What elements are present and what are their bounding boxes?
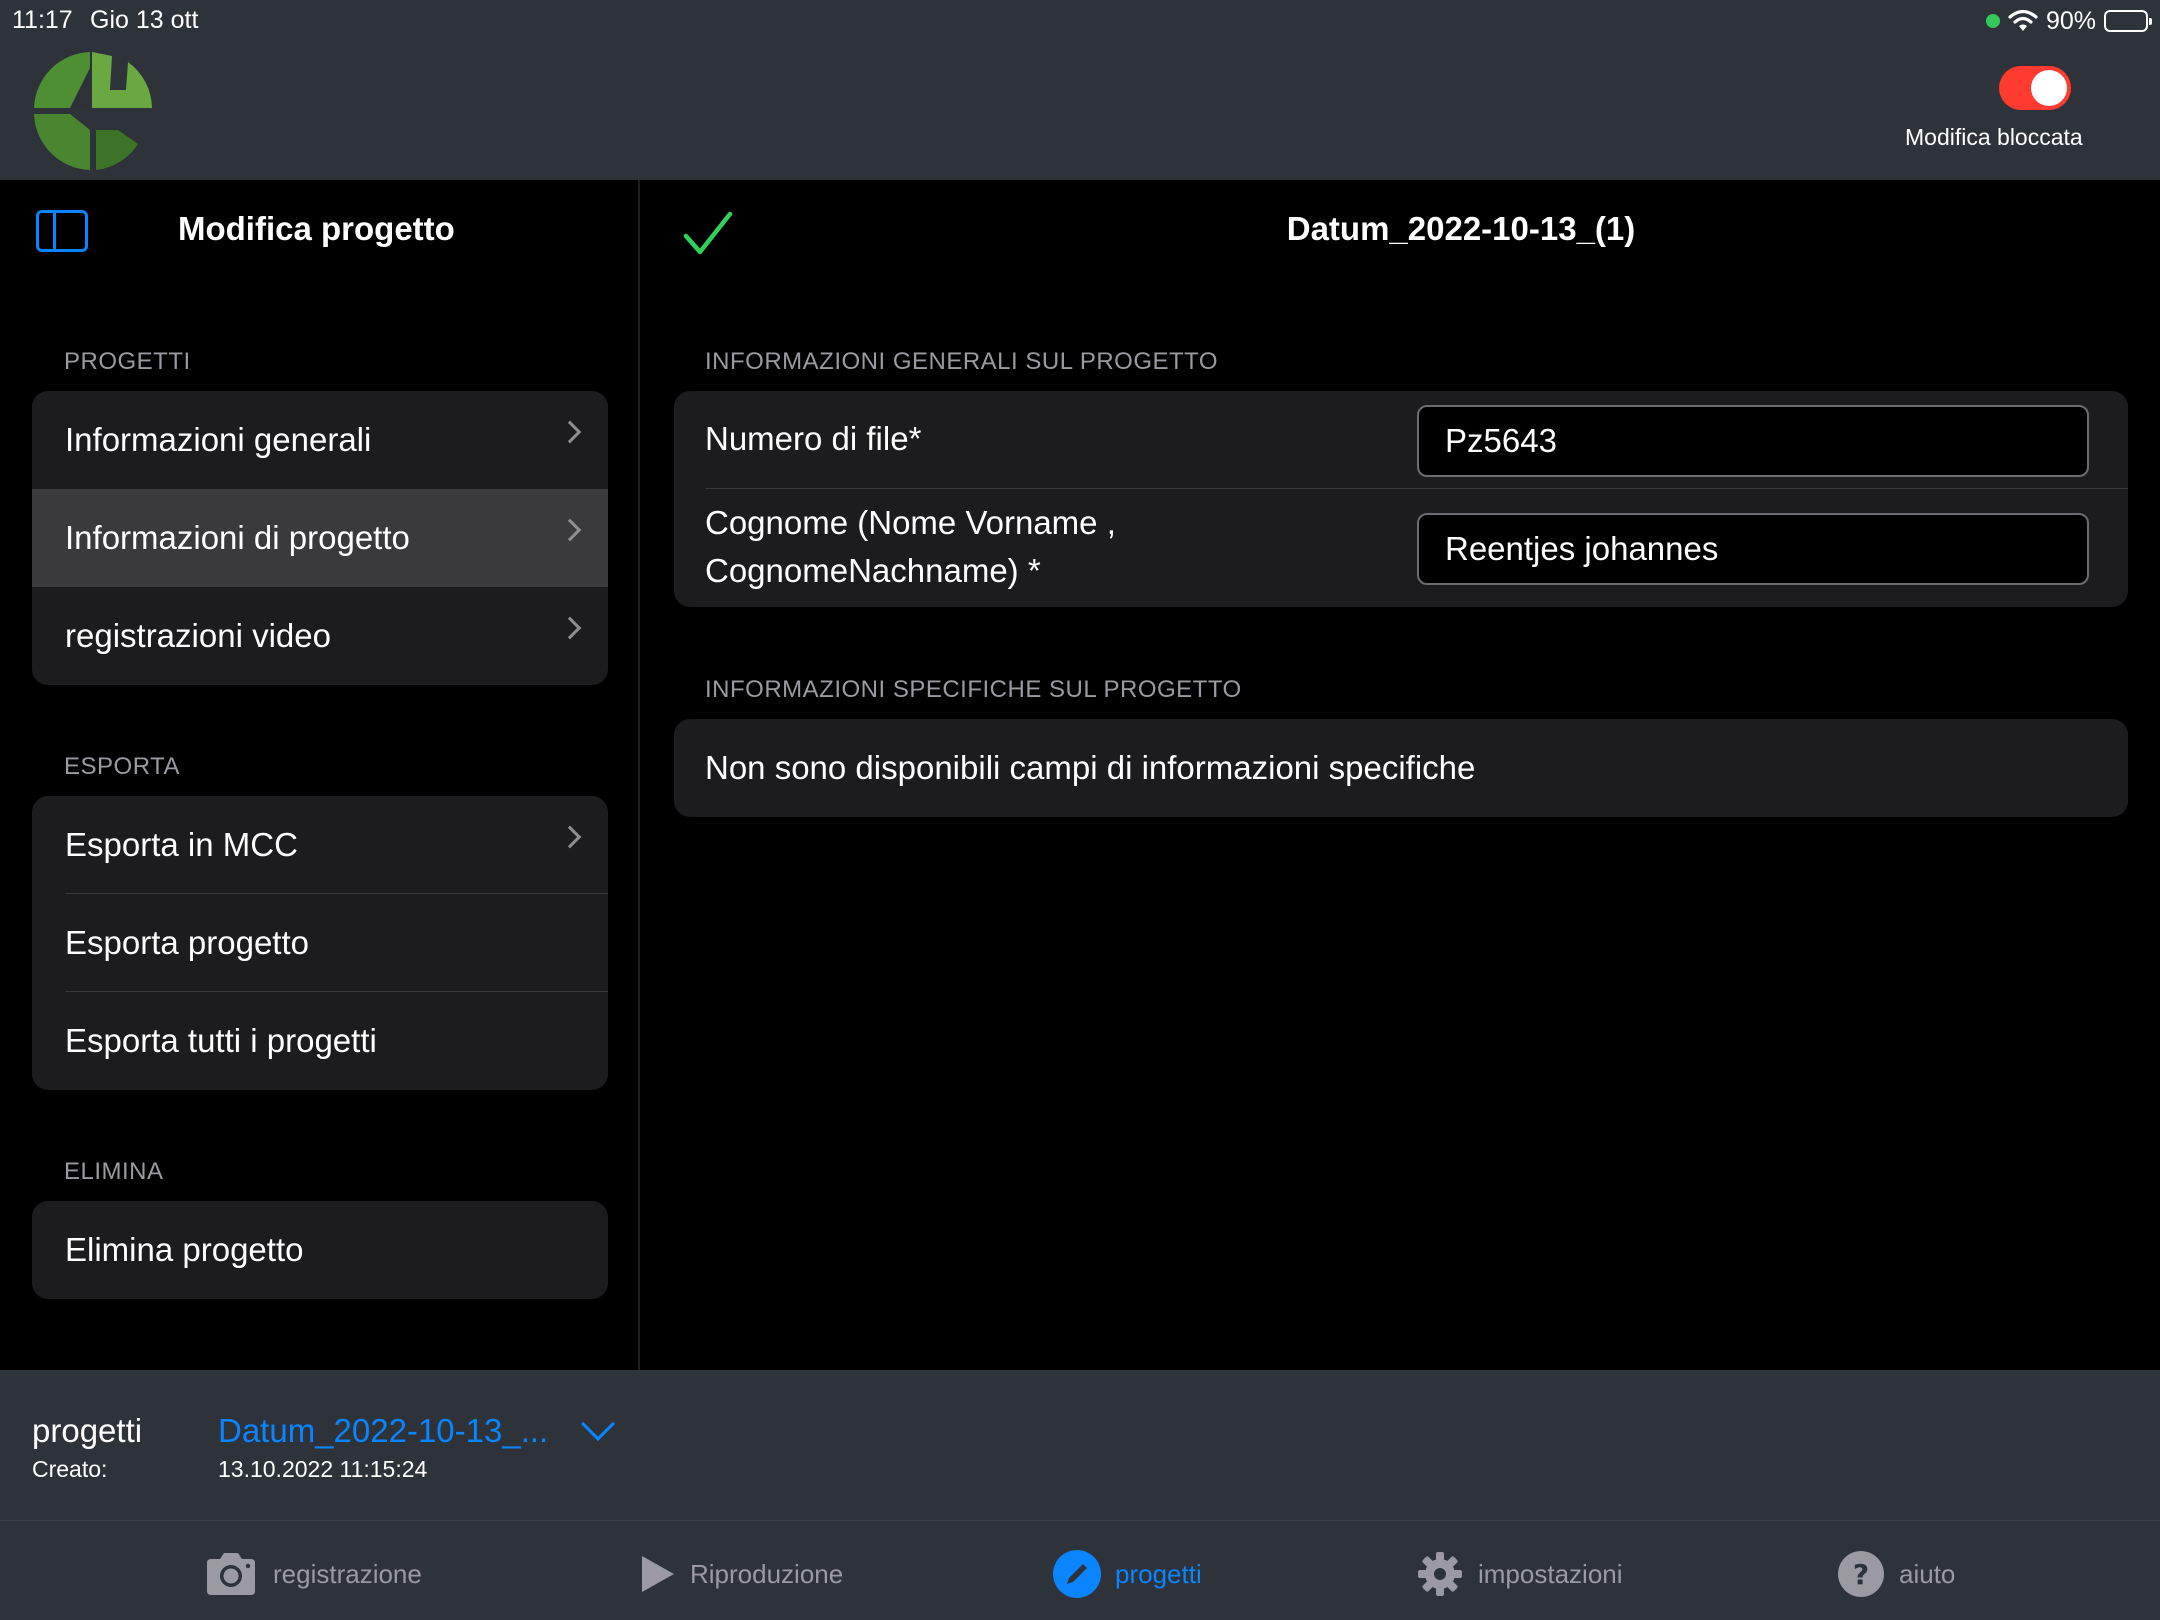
sidebar-item-esporta-mcc[interactable]: Esporta in MCC bbox=[32, 796, 608, 894]
surname-label: Cognome (Nome Vorname , CognomeNachname)… bbox=[705, 499, 1116, 595]
tab-bar: registrazione Riproduzione progetti impo… bbox=[0, 1520, 2160, 1620]
wifi-icon bbox=[2008, 9, 2038, 31]
tab-registrazione[interactable]: registrazione bbox=[203, 1551, 422, 1597]
projects-label: progetti bbox=[32, 1412, 143, 1449]
tab-aiuto[interactable]: ? aiuto bbox=[1837, 1551, 1955, 1597]
top-bar: 11:17 Gio 13 ott 90% Modifica bloccata bbox=[0, 0, 2160, 180]
sidebar-item-informazioni-generali[interactable]: Informazioni generali bbox=[32, 391, 608, 489]
battery-icon bbox=[2104, 10, 2152, 32]
sidebar-item-registrazioni-video[interactable]: registrazioni video bbox=[32, 587, 608, 685]
tab-riproduzione[interactable]: Riproduzione bbox=[640, 1551, 843, 1597]
group-elimina: Elimina progetto bbox=[32, 1201, 608, 1299]
status-date: Gio 13 ott bbox=[90, 6, 199, 34]
toggle-knob bbox=[2031, 70, 2067, 106]
pencil-icon bbox=[1053, 1550, 1101, 1598]
divider bbox=[705, 488, 2128, 489]
project-title: Datum_2022-10-13_(1) bbox=[1286, 210, 1636, 247]
tab-progetti[interactable]: progetti bbox=[1053, 1550, 1202, 1598]
tab-label: impostazioni bbox=[1478, 1558, 1623, 1589]
edit-lock-label: Modifica bloccata bbox=[1905, 124, 2083, 150]
sidebar-item-label: Esporta in MCC bbox=[65, 826, 298, 863]
section-header-esporta: ESPORTA bbox=[64, 753, 180, 780]
sidebar: Modifica progetto PROGETTI Informazioni … bbox=[0, 180, 640, 1370]
status-indicators: 90% bbox=[1985, 6, 2152, 36]
no-specific-fields-text: Non sono disponibili campi di informazio… bbox=[705, 749, 1476, 786]
status-time: 11:17 bbox=[12, 6, 73, 34]
surname-label-line2: CognomeNachname) * bbox=[705, 552, 1041, 589]
file-number-input[interactable] bbox=[1417, 405, 2089, 477]
section-header-progetti: PROGETTI bbox=[64, 348, 191, 375]
tab-label: progetti bbox=[1115, 1558, 1202, 1589]
chevron-right-icon bbox=[558, 420, 582, 444]
play-icon bbox=[642, 1556, 674, 1592]
specific-info-card: Non sono disponibili campi di informazio… bbox=[674, 719, 2128, 817]
edit-lock-toggle[interactable] bbox=[1999, 66, 2071, 110]
sidebar-item-elimina-progetto[interactable]: Elimina progetto bbox=[32, 1201, 608, 1299]
project-selector[interactable]: Datum_2022-10-13_... bbox=[218, 1412, 548, 1450]
app-logo-icon bbox=[34, 52, 152, 170]
group-esporta: Esporta in MCC Esporta progetto Esporta … bbox=[32, 796, 608, 1090]
chevron-right-icon bbox=[558, 825, 582, 849]
group-progetti: Informazioni generali Informazioni di pr… bbox=[32, 391, 608, 685]
battery-percent: 90% bbox=[2045, 6, 2096, 35]
tab-label: registrazione bbox=[273, 1558, 422, 1589]
general-info-card: Numero di file* Cognome (Nome Vorname , … bbox=[674, 391, 2128, 607]
chevron-down-icon[interactable] bbox=[581, 1407, 615, 1441]
sidebar-item-label: Esporta progetto bbox=[65, 924, 309, 961]
created-label: Creato: bbox=[32, 1456, 108, 1482]
surname-label-line1: Cognome (Nome Vorname , bbox=[705, 504, 1116, 541]
sidebar-item-esporta-tutti[interactable]: Esporta tutti i progetti bbox=[32, 992, 608, 1090]
camera-icon bbox=[207, 1553, 255, 1595]
gear-icon bbox=[1418, 1552, 1462, 1596]
sidebar-item-label: registrazioni video bbox=[65, 617, 331, 654]
sidebar-item-informazioni-di-progetto[interactable]: Informazioni di progetto bbox=[32, 489, 608, 587]
sidebar-toggle-icon[interactable] bbox=[36, 210, 88, 252]
tab-impostazioni[interactable]: impostazioni bbox=[1416, 1551, 1623, 1597]
sidebar-title: Modifica progetto bbox=[178, 210, 455, 247]
sidebar-item-esporta-progetto[interactable]: Esporta progetto bbox=[32, 894, 608, 992]
section-header-elimina: ELIMINA bbox=[64, 1158, 164, 1185]
privacy-dot-icon bbox=[1985, 14, 2000, 28]
surname-input[interactable] bbox=[1417, 513, 2089, 585]
svg-text:?: ? bbox=[1853, 1558, 1869, 1591]
tab-label: Riproduzione bbox=[690, 1558, 844, 1589]
project-bar: progetti Creato: Datum_2022-10-13_... 13… bbox=[0, 1370, 2160, 1520]
chevron-right-icon bbox=[558, 616, 582, 640]
general-section-header: INFORMAZIONI GENERALI SUL PROGETTO bbox=[705, 348, 1219, 375]
main-content: Datum_2022-10-13_(1) INFORMAZIONI GENERA… bbox=[642, 180, 2160, 1370]
question-icon: ? bbox=[1838, 1551, 1884, 1597]
sidebar-item-label: Informazioni di progetto bbox=[65, 519, 410, 556]
file-number-label: Numero di file* bbox=[705, 420, 922, 457]
sidebar-item-label: Esporta tutti i progetti bbox=[65, 1022, 377, 1059]
tab-label: aiuto bbox=[1899, 1558, 1956, 1589]
created-date: 13.10.2022 11:15:24 bbox=[218, 1456, 428, 1482]
sidebar-item-label: Informazioni generali bbox=[65, 421, 372, 458]
sidebar-item-label: Elimina progetto bbox=[65, 1231, 304, 1268]
chevron-right-icon bbox=[558, 518, 582, 542]
specific-section-header: INFORMAZIONI SPECIFICHE SUL PROGETTO bbox=[705, 676, 1242, 703]
